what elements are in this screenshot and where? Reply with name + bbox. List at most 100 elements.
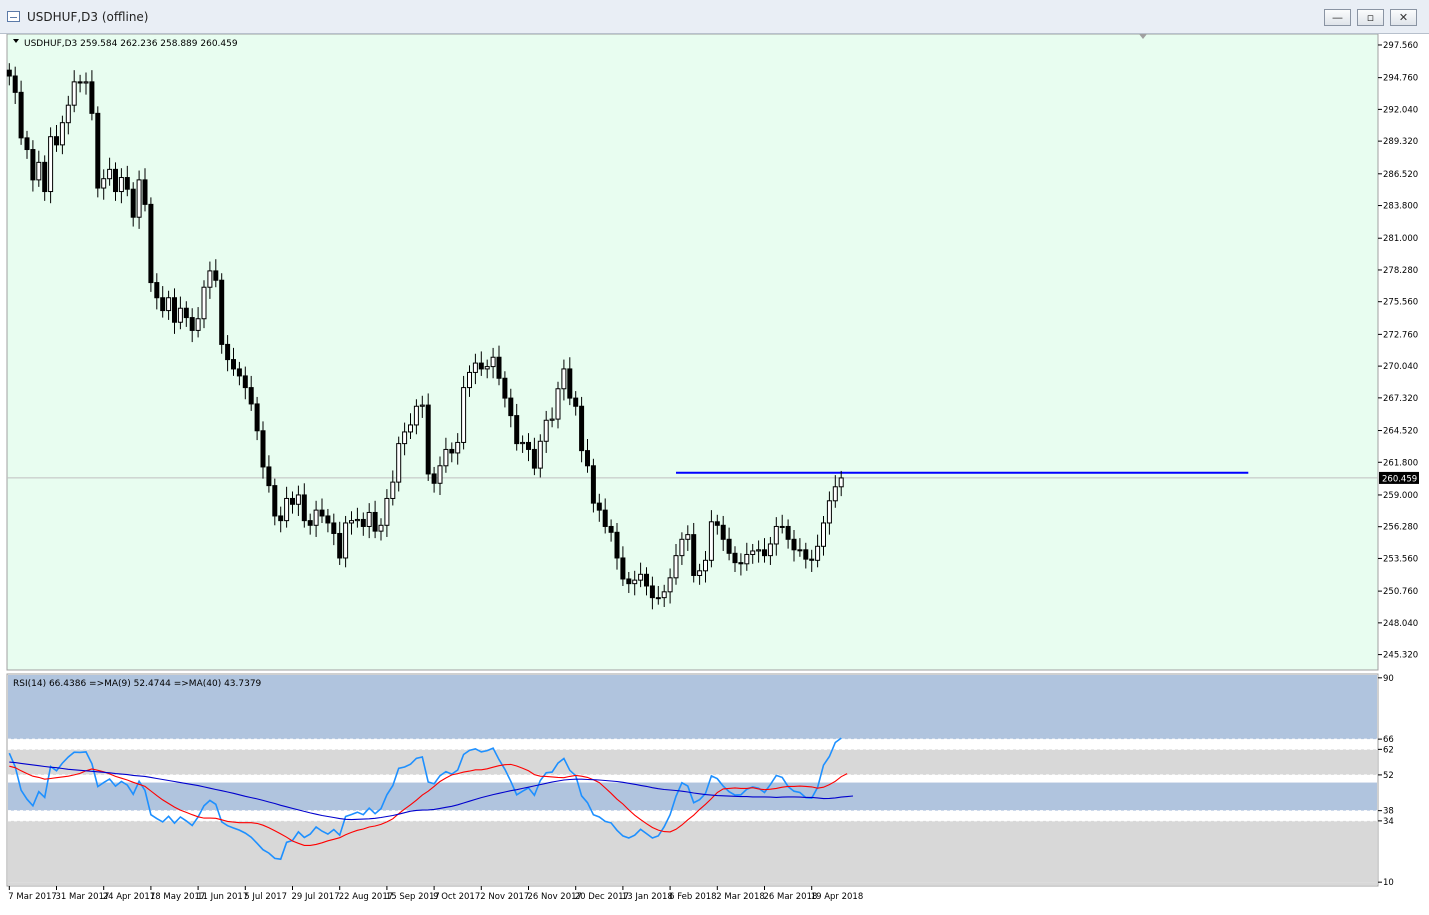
candle-bear-body	[691, 534, 697, 576]
candle	[148, 197, 154, 292]
candle-bear-body	[307, 520, 313, 526]
candle-bull-body	[779, 525, 785, 528]
price-tick-label: 275.560	[1383, 298, 1418, 308]
candle-bull-body	[767, 543, 773, 557]
candle-bear-body	[6, 69, 12, 77]
candle-bear-body	[172, 297, 177, 323]
candle-bear-body	[496, 356, 502, 379]
candle-bear-body	[183, 307, 189, 319]
candle-bull-body	[36, 161, 42, 181]
price-tick-label: 248.040	[1383, 619, 1418, 629]
candle-bull-body	[343, 522, 349, 559]
candle-bear-body	[449, 448, 455, 454]
candle-bear-body	[726, 538, 732, 554]
candle-bull-body	[118, 177, 124, 193]
candle-bear-body	[142, 179, 148, 205]
candle-bull-body	[655, 597, 661, 600]
close-button[interactable]: ✕	[1390, 9, 1417, 26]
candle-bear-body	[514, 415, 520, 445]
candle-bull-body	[708, 521, 714, 561]
candle-bear-body	[614, 531, 620, 559]
rsi-band-bottom	[8, 882, 1377, 885]
candle-bull-body	[437, 465, 443, 484]
price-tick-label: 289.320	[1383, 137, 1418, 147]
candle-bear-body	[626, 578, 632, 585]
candle-bull-body	[101, 178, 107, 189]
candle-bear-body	[113, 168, 118, 193]
candle-bear-body	[649, 585, 655, 599]
candle-bull-body	[673, 555, 679, 579]
candle-bull-body	[679, 538, 685, 557]
rsi-band-mid	[8, 782, 1377, 811]
x-tick-label: 26 Mar 2018	[764, 892, 818, 902]
candle-bull-body	[107, 168, 113, 180]
candle-bear-body	[478, 362, 484, 370]
price-tick-label: 264.520	[1383, 427, 1418, 437]
rsi-gray-band	[8, 749, 1377, 775]
candle-bull-body	[455, 441, 461, 454]
rsi-tick-label: 10	[1383, 878, 1394, 888]
rsi-tick-label: 66	[1383, 735, 1394, 745]
candle-bull-body	[313, 509, 319, 526]
rsi-label: RSI(14) 66.4386 =>MA(9) 52.4744 =>MA(40)…	[13, 679, 262, 689]
candle-bull-body	[136, 179, 142, 218]
price-tick-label: 281.000	[1383, 234, 1418, 244]
candle-bear-body	[148, 203, 154, 284]
candle-bull-body	[484, 366, 490, 370]
candle-bear-body	[596, 502, 602, 511]
x-tick-label: 29 Jul 2017	[292, 892, 340, 902]
candle-bull-body	[48, 136, 54, 193]
candle-bear-body	[236, 368, 242, 377]
candle-bull-body	[821, 522, 826, 547]
price-tick-label: 283.800	[1383, 202, 1418, 212]
candle-bear-body	[231, 359, 236, 370]
candle-bull-body	[490, 356, 496, 368]
candle-bull-body	[703, 559, 708, 572]
price-tick-label: 261.800	[1383, 458, 1418, 468]
candle-bear-body	[502, 377, 508, 399]
candle	[48, 127, 54, 204]
candle-bear-body	[77, 81, 83, 84]
candle-bull-body	[419, 404, 425, 407]
price-tick-label: 292.040	[1383, 105, 1418, 115]
price-tick-label: 270.040	[1383, 362, 1418, 372]
candle-bear-body	[620, 557, 626, 580]
candle-bull-body	[195, 318, 201, 331]
candle-bear-body	[130, 188, 136, 218]
rsi-tick-label: 52	[1383, 771, 1394, 781]
candle-bull-body	[408, 424, 413, 433]
price-tick-label: 297.560	[1383, 41, 1418, 51]
candle-bear-body	[219, 279, 225, 345]
x-tick-label: 2 Mar 2018	[716, 892, 764, 902]
x-tick-label: 9 Oct 2017	[433, 892, 480, 902]
x-tick-label: 5 Jul 2017	[244, 892, 287, 902]
candle-bull-body	[65, 104, 71, 124]
candle-bear-body	[24, 137, 30, 151]
minimize-button[interactable]: —	[1324, 9, 1351, 26]
candle-bear-body	[278, 515, 284, 522]
candle-bull-body	[443, 448, 449, 467]
rsi-tick-label: 34	[1383, 817, 1394, 827]
price-tick-label: 286.520	[1383, 170, 1418, 180]
candle-bull-body	[354, 518, 360, 522]
candle	[95, 106, 101, 198]
candle-bull-body	[685, 534, 691, 540]
candle-bear-body	[608, 525, 614, 533]
candle-bull-body	[838, 477, 844, 488]
chart-area[interactable]: 297.560 294.760 292.040 289.320 286.520 283.8…	[0, 34, 1429, 915]
candle-bear-body	[791, 538, 797, 551]
maximize-button[interactable]: ▫	[1357, 9, 1384, 26]
candle-bear-body	[213, 270, 219, 281]
candle-bull-body	[826, 500, 832, 524]
candle-bear-body	[290, 497, 295, 505]
candle-bear-body	[124, 177, 130, 190]
candle-bear-body	[54, 136, 59, 146]
candle-bull-body	[295, 494, 301, 505]
candle-bear-body	[260, 430, 266, 468]
candle-bull-body	[59, 122, 65, 146]
candle-bear-body	[242, 375, 248, 389]
candle-bear-body	[762, 549, 767, 557]
price-tick-label: 259.000	[1383, 491, 1418, 501]
candle-bear-body	[372, 511, 378, 532]
candle-bear-body	[585, 450, 590, 467]
